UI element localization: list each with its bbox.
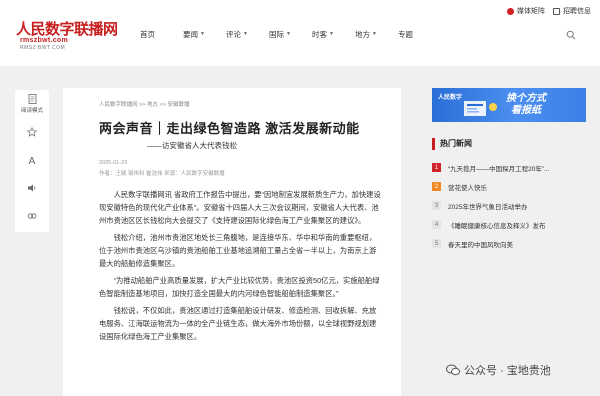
nav-item-shike[interactable]: 时客 ▼ <box>312 27 355 41</box>
site-logo[interactable]: 人民数字联播网 rmszbwt.com RMSZ BWT.COM <box>16 18 118 52</box>
nav-label: 时客 <box>312 29 327 39</box>
article-title: 两会声音｜走出绿色智造路 激活发展新动能 <box>99 121 360 136</box>
top-link-label: 招聘信息 <box>563 8 591 15</box>
read-aloud-button[interactable] <box>15 174 49 202</box>
nav-item-comment[interactable]: 评论 ▼ <box>226 27 269 41</box>
favorite-button[interactable] <box>15 118 49 146</box>
article-meta: 作者：王颖 邹伟科 崔浩伟 来源：人民数字安徽联播 <box>99 171 225 177</box>
banner-line-2: 看报纸 <box>511 105 541 116</box>
rank-badge: 3 <box>432 201 441 210</box>
rank-badge: 5 <box>432 239 441 248</box>
reading-mode-label: 阅读模式 <box>20 108 43 114</box>
top-links: 媒体矩阵 招聘信息 <box>507 6 591 16</box>
hot-news-item[interactable]: 1 “九天揽月——中国探月工程20年”... <box>432 158 592 177</box>
hot-news-text: 2025年世界气象日活动举办 <box>448 203 528 211</box>
wechat-icon <box>446 364 460 376</box>
font-size-button[interactable]: A <box>15 146 49 174</box>
document-icon <box>28 94 36 104</box>
hot-news-title: 热门新闻 <box>440 139 472 148</box>
banner-line-1: 换个方式 <box>506 93 546 104</box>
jobs-link[interactable]: 招聘信息 <box>553 6 591 16</box>
chevron-down-icon: ▼ <box>243 31 248 37</box>
section-accent-bar <box>432 138 435 150</box>
hot-news-item[interactable]: 3 2025年世界气象日活动举办 <box>432 196 592 215</box>
article-panel: 人民数字联播网 >> 地方 >> 安徽联播 两会声音｜走出绿色智造路 激活发展新… <box>63 88 401 396</box>
nav-item-local[interactable]: 地方 ▼ <box>355 27 398 41</box>
font-size-icon: A <box>29 156 36 165</box>
rank-badge: 4 <box>432 220 441 229</box>
wechat-watermark: 公众号 · 宝地贵池 <box>446 362 551 378</box>
nav-item-international[interactable]: 国际 ▼ <box>269 27 312 41</box>
top-link-label: 媒体矩阵 <box>517 8 545 15</box>
reading-toolbar: 阅读模式 A <box>15 90 49 232</box>
chevron-down-icon: ▼ <box>372 31 377 37</box>
media-matrix-link[interactable]: 媒体矩阵 <box>507 6 545 16</box>
hot-news-text: “九天揽月——中国探月工程20年”... <box>448 165 550 173</box>
weibo-icon <box>507 7 514 15</box>
logo-main-text: 人民数字联播网 <box>16 20 118 38</box>
nav-label: 专题 <box>398 29 413 39</box>
search-icon[interactable] <box>566 30 576 40</box>
article-paragraph: 钱松介绍，池州市贵池区地处长三角腹地，是连接华东、华中和华南的重要枢纽，位于池州… <box>99 233 377 268</box>
logo-sub-text: RMSZ BWT.COM <box>20 45 66 51</box>
banner-logo-text: 人民数字 <box>438 95 463 101</box>
hot-news-item[interactable]: 4 《睡眠健康核心信息及释义》发布 <box>432 215 592 234</box>
hot-news-text: 营花使人快乐 <box>448 184 487 192</box>
banner-headline: 换个方式 看报纸 <box>506 93 546 117</box>
article-paragraph: “为推动船舶产业高质量发展，扩大产业比较优势，贵池区投资50亿元，实施船舶绿色智… <box>99 276 380 298</box>
briefcase-icon <box>553 7 560 15</box>
chevron-down-icon: ▼ <box>286 31 291 37</box>
watermark-text: 公众号 · 宝地贵池 <box>464 365 551 377</box>
nav-item-home[interactable]: 首页 <box>140 27 183 41</box>
nav-label: 首页 <box>140 29 155 39</box>
site-header: 人民数字联播网 rmszbwt.com RMSZ BWT.COM 首页 要闻 ▼ … <box>0 0 600 66</box>
rank-badge: 2 <box>432 182 441 191</box>
nav-item-headlines[interactable]: 要闻 ▼ <box>183 27 226 41</box>
hot-news-list: 1 “九天揽月——中国探月工程20年”... 2 营花使人快乐 3 2025年世界气象… <box>432 158 592 253</box>
nav-label: 国际 <box>269 29 284 39</box>
article-paragraph: 钱松说，不仅如此，贵池区通过打造集船舶设计研发、修造检测、回收拆解、充放电服务、… <box>99 306 377 341</box>
share-button[interactable] <box>15 202 49 230</box>
article-date: 2025-01-23 <box>99 160 128 166</box>
reading-mode-button[interactable]: 阅读模式 <box>15 90 49 118</box>
hot-news-header: 热门新闻 <box>432 137 586 151</box>
svg-text:A: A <box>29 156 36 165</box>
article-subtitle: ——访安徽省人大代表钱松 <box>147 141 237 150</box>
e-paper-banner[interactable]: 人民数字 换个方式 看报纸 <box>432 88 586 122</box>
logo-url-text: rmszbwt.com <box>20 37 69 44</box>
article-body: 人民数字联播网讯 省政府工作报告中提出，要“因地制宜发展新质生产力，加快建设现安… <box>99 188 383 347</box>
sound-icon <box>28 184 36 192</box>
rank-badge: 1 <box>432 163 441 172</box>
nav-label: 评论 <box>226 29 241 39</box>
share-icon <box>27 213 37 219</box>
chevron-down-icon: ▼ <box>200 31 205 37</box>
hot-news-text: 春天里的中国风吹向美 <box>448 241 513 249</box>
nav-label: 要闻 <box>183 29 198 39</box>
star-icon <box>27 127 37 137</box>
hot-news-item[interactable]: 5 春天里的中国风吹向美 <box>432 234 592 253</box>
hot-news-item[interactable]: 2 营花使人快乐 <box>432 177 592 196</box>
newspaper-illustration-icon <box>464 101 497 116</box>
nav-item-topics[interactable]: 专题 <box>398 27 441 41</box>
chevron-down-icon: ▼ <box>329 31 334 37</box>
main-nav: 首页 要闻 ▼ 评论 ▼ 国际 ▼ 时客 ▼ 地方 ▼ 专题 <box>140 27 441 41</box>
nav-label: 地方 <box>355 29 370 39</box>
article-paragraph: 人民数字联播网讯 省政府工作报告中提出，要“因地制宜发展新质生产力，加快建设现安… <box>99 190 381 225</box>
breadcrumb[interactable]: 人民数字联播网 >> 地方 >> 安徽联播 <box>99 100 189 108</box>
hot-news-text: 《睡眠健康核心信息及释义》发布 <box>448 222 546 230</box>
